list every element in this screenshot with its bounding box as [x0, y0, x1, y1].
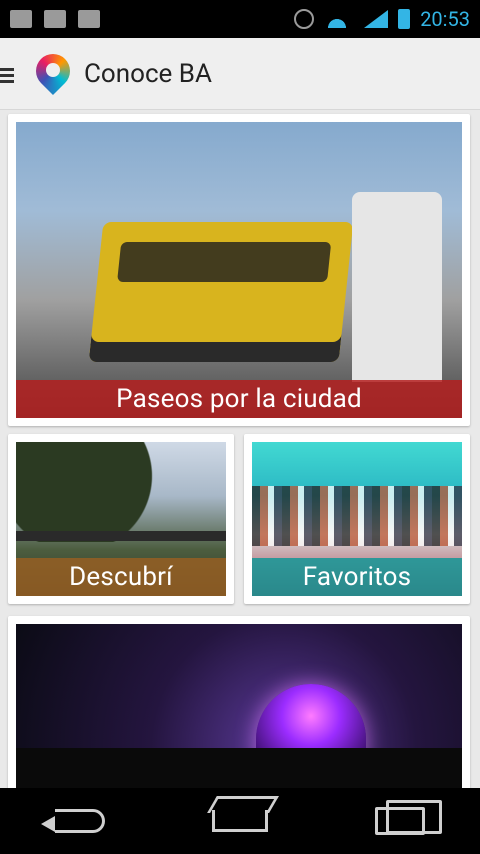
pin-hole [46, 62, 60, 77]
tree-illustration [16, 442, 196, 542]
building-illustration [352, 192, 442, 382]
card-caption-paseos: Paseos por la ciudad [16, 380, 462, 418]
card-caption-descubri: Descubrí [16, 558, 226, 596]
crowd-illustration [252, 486, 462, 546]
recent-apps-icon [375, 800, 442, 835]
menu-icon[interactable] [0, 65, 14, 83]
card-planetario[interactable] [8, 616, 470, 788]
status-right: 20:53 [294, 7, 470, 31]
location-pin-logo-icon[interactable] [28, 46, 78, 95]
alarm-icon [294, 9, 315, 29]
bus-illustration [88, 222, 354, 362]
favoritos-image: Favoritos [252, 442, 462, 596]
menu-line [0, 79, 14, 83]
status-time: 20:53 [420, 7, 470, 31]
back-button[interactable] [41, 801, 115, 841]
home-button[interactable] [205, 801, 275, 841]
status-bar: 20:53 [0, 0, 480, 38]
paseos-image: Paseos por la ciudad [16, 122, 462, 418]
notification-icon [44, 10, 66, 28]
action-bar: Conoce BA [0, 38, 480, 110]
android-icon [78, 10, 100, 28]
menu-line [0, 67, 14, 71]
home-icon [212, 810, 268, 832]
signal-icon [360, 10, 389, 28]
app-title: Conoce BA [84, 58, 212, 89]
card-paseos[interactable]: Paseos por la ciudad [8, 114, 470, 426]
content-grid: Paseos por la ciudad Descubrí Favoritos [0, 110, 480, 788]
trees-illustration [16, 748, 462, 788]
card-descubri[interactable]: Descubrí [8, 434, 234, 604]
back-icon [41, 809, 105, 833]
bench-illustration [16, 531, 226, 541]
recent-apps-button[interactable] [365, 800, 442, 841]
battery-icon [398, 9, 411, 29]
card-caption-favoritos: Favoritos [252, 558, 462, 596]
status-left [10, 10, 100, 28]
navigation-bar [0, 788, 480, 854]
menu-line [0, 73, 14, 77]
descubri-image: Descubrí [16, 442, 226, 596]
planetario-image [16, 624, 462, 788]
card-favoritos[interactable]: Favoritos [244, 434, 470, 604]
wifi-icon [324, 10, 351, 28]
gallery-icon [10, 10, 32, 28]
